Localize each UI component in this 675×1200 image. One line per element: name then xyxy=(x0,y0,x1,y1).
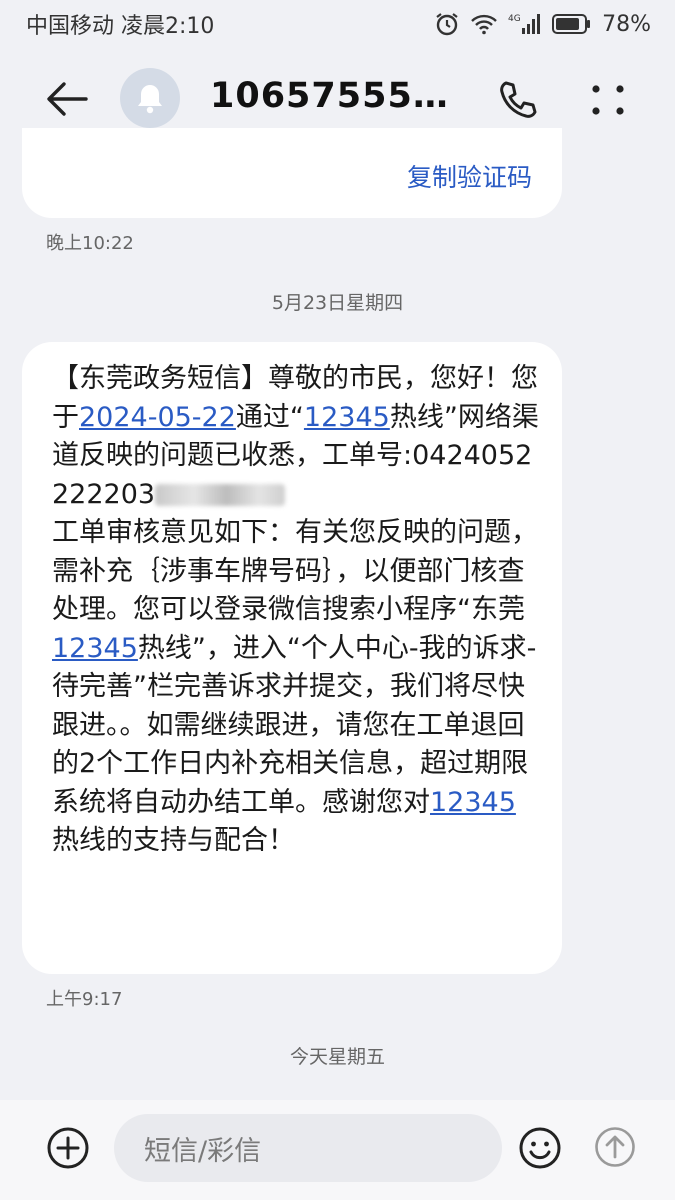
message-text: 【东莞政务短信】尊敬的市民，您好！您于2024-05-22通过“12345热线”… xyxy=(52,360,542,861)
signal-icon: 4G xyxy=(508,12,542,36)
status-right: 4G 78% xyxy=(434,11,651,37)
hotline-number-link[interactable]: 12345 xyxy=(430,787,516,818)
more-dots-icon xyxy=(592,85,624,115)
bell-icon xyxy=(138,85,162,114)
alarm-icon xyxy=(434,11,460,37)
message-composer: 短信/彩信 xyxy=(0,1100,675,1200)
battery-icon xyxy=(552,13,592,35)
message-text-part: 热线的支持与配合！ xyxy=(52,825,295,856)
back-button[interactable] xyxy=(44,78,90,120)
message-time: 晚上10:22 xyxy=(46,233,134,254)
today-separator: 今天星期五 xyxy=(289,1046,385,1068)
carrier-name: 中国移动 xyxy=(26,14,115,39)
message-input-placeholder: 短信/彩信 xyxy=(144,1135,262,1167)
send-button[interactable] xyxy=(594,1126,636,1168)
date-separator: 5月23日星期四 xyxy=(271,292,404,314)
more-options-button[interactable] xyxy=(586,78,630,122)
status-left: 中国移动 凌晨2:10 xyxy=(26,8,214,40)
hotline-number-link[interactable]: 12345 xyxy=(52,633,138,664)
add-attachment-button[interactable] xyxy=(46,1126,90,1170)
call-button[interactable] xyxy=(496,78,540,122)
message-bubble-government-notice[interactable]: 【东莞政务短信】尊敬的市民，您好！您于2024-05-22通过“12345热线”… xyxy=(22,342,562,974)
date-link[interactable]: 2024-05-22 xyxy=(79,402,236,433)
copy-verification-code-button[interactable]: 复制验证码 xyxy=(407,158,532,194)
message-text-part: 通过“ xyxy=(235,401,304,433)
message-input[interactable]: 短信/彩信 xyxy=(114,1114,502,1182)
sms-conversation-screen: 中国移动 凌晨2:10 4G 78% 1065755503 复制验证码 晚上10… xyxy=(0,0,675,1200)
network-type-label: 4G xyxy=(508,14,521,24)
message-time: 上午9:17 xyxy=(46,989,123,1010)
message-text-part: 工单审核意见如下：有关您反映的问题，需补充｛涉事车牌号码｝，以便部门核查处理。您… xyxy=(52,517,538,625)
status-bar: 中国移动 凌晨2:10 4G 78% xyxy=(0,0,675,48)
phone-icon xyxy=(500,81,537,118)
plus-circle-icon xyxy=(47,1127,89,1169)
emoji-button[interactable] xyxy=(518,1126,562,1170)
hotline-number-link[interactable]: 12345 xyxy=(304,402,390,433)
redacted-blur xyxy=(155,484,286,506)
message-bubble-verification: 复制验证码 xyxy=(22,128,562,218)
battery-percentage: 78% xyxy=(602,11,651,37)
clock: 凌晨2:10 xyxy=(121,14,215,39)
wifi-icon xyxy=(470,13,498,35)
contact-avatar[interactable] xyxy=(120,68,180,128)
back-arrow-icon xyxy=(47,82,88,116)
contact-number-title[interactable]: 10657555035... xyxy=(210,76,472,116)
emoji-icon xyxy=(519,1127,561,1169)
send-arrow-icon xyxy=(595,1127,635,1167)
